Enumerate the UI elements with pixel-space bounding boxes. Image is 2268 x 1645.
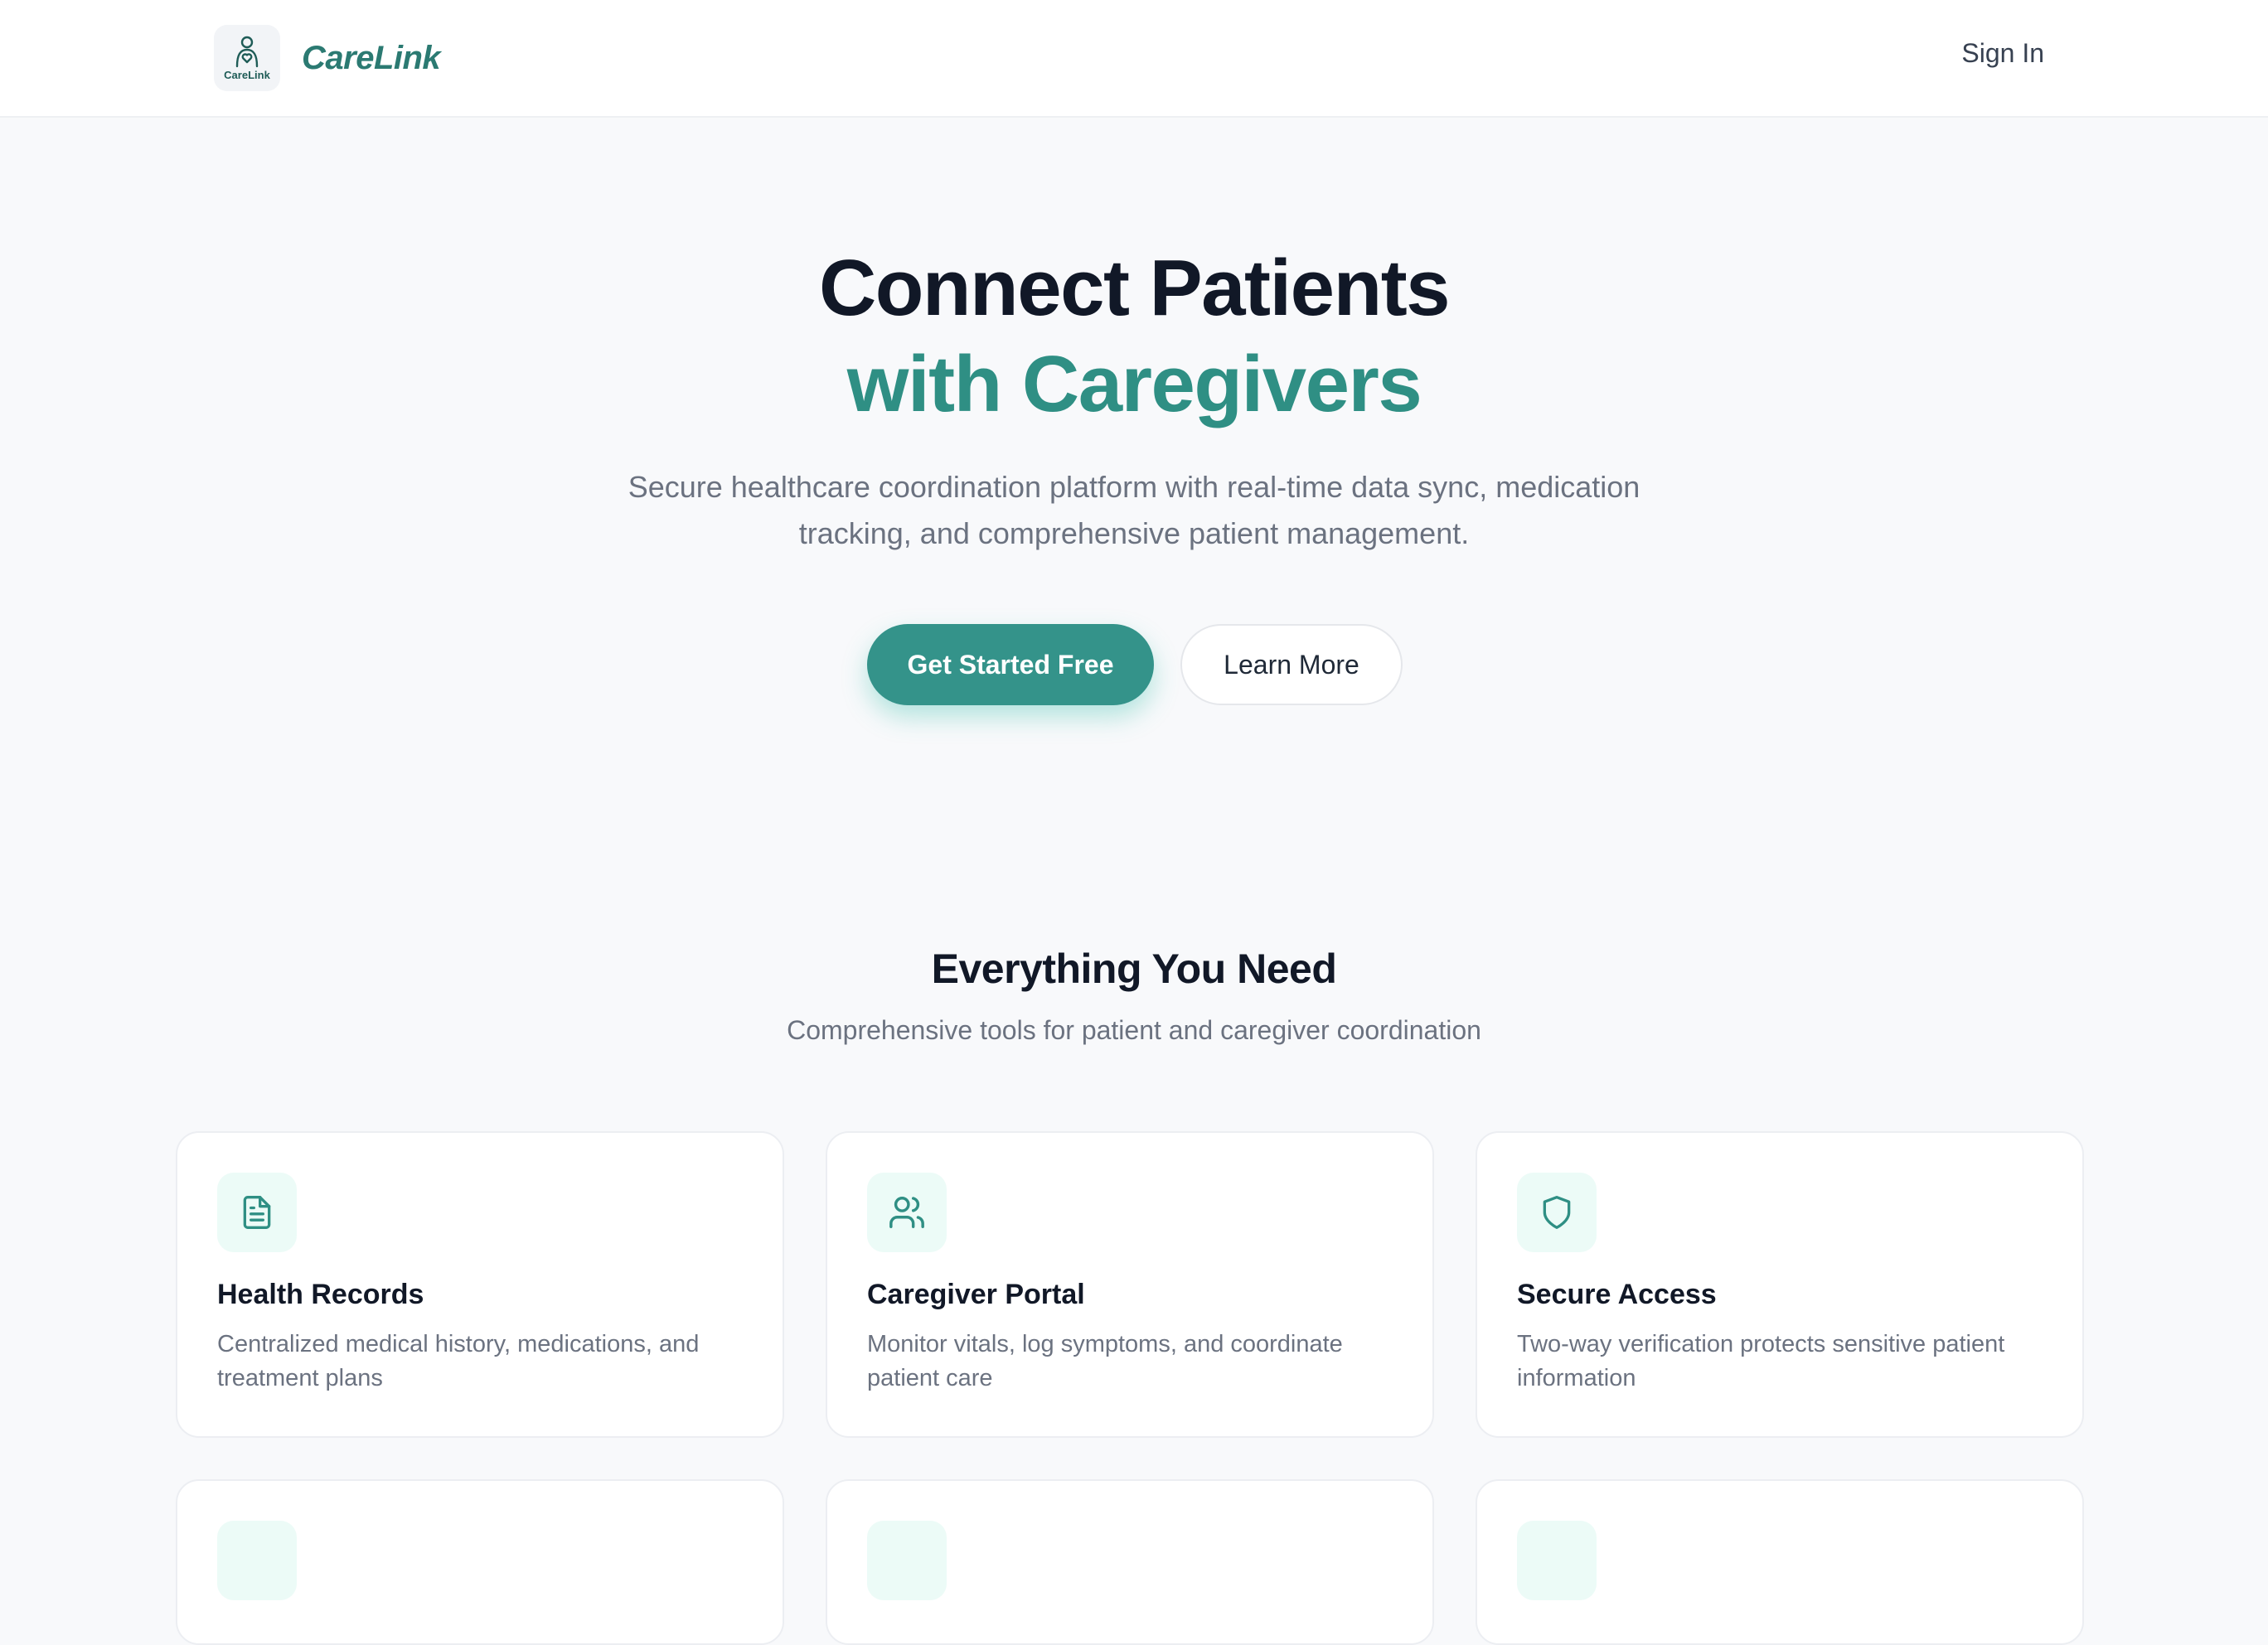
hero-title-line-1: Connect Patients bbox=[818, 244, 1451, 332]
features-subtitle: Comprehensive tools for patient and care… bbox=[787, 1015, 1481, 1045]
top-nav: CareLink CareLink Sign In bbox=[0, 0, 2268, 118]
shield-icon bbox=[1517, 1173, 1597, 1252]
feature-icon-placeholder bbox=[217, 1521, 297, 1600]
learn-more-button[interactable]: Learn More bbox=[1180, 624, 1403, 705]
feature-card-title: Health Records bbox=[217, 1279, 424, 1310]
feature-card-row2-3 bbox=[1476, 1479, 2084, 1645]
features-title: Everything You Need bbox=[931, 946, 1337, 992]
feature-card-secure-access: Secure Access Two-way verification prote… bbox=[1476, 1131, 2084, 1438]
hero-subtitle: Secure healthcare coordination platform … bbox=[628, 470, 1640, 550]
feature-card-caregiver-portal: Caregiver Portal Monitor vitals, log sym… bbox=[826, 1131, 1434, 1438]
sign-in-link[interactable]: Sign In bbox=[1961, 38, 2044, 69]
logo: CareLink bbox=[214, 25, 280, 91]
feature-icon-placeholder bbox=[867, 1521, 947, 1600]
feature-card-description: Two-way verification protects sensitive … bbox=[1517, 1331, 2005, 1391]
feature-card-title: Caregiver Portal bbox=[867, 1279, 1085, 1310]
document-icon bbox=[217, 1173, 297, 1252]
feature-card-description: Centralized medical history, medications… bbox=[217, 1331, 700, 1391]
hero-title-line-2: with Caregivers bbox=[846, 340, 1422, 428]
users-icon bbox=[867, 1173, 947, 1252]
feature-card-row2-1 bbox=[176, 1479, 784, 1645]
feature-card-title: Secure Access bbox=[1517, 1279, 1717, 1310]
feature-grid: Health Records Centralized medical histo… bbox=[176, 1131, 2084, 1645]
brand-name: CareLink bbox=[302, 39, 441, 76]
get-started-button[interactable]: Get Started Free bbox=[867, 624, 1154, 705]
caregiver-heart-icon bbox=[235, 36, 259, 68]
feature-card-description: Monitor vitals, log symptoms, and coordi… bbox=[867, 1331, 1343, 1391]
logo-caption: CareLink bbox=[224, 69, 270, 81]
feature-card-row2-2 bbox=[826, 1479, 1434, 1645]
cta-row: Get Started Free Learn More bbox=[0, 624, 2268, 705]
feature-card-health-records: Health Records Centralized medical histo… bbox=[176, 1131, 784, 1438]
brand[interactable]: CareLink CareLink bbox=[214, 25, 441, 91]
feature-icon-placeholder bbox=[1517, 1521, 1597, 1600]
hero-title: Connect Patients with Caregivers bbox=[0, 240, 2268, 433]
